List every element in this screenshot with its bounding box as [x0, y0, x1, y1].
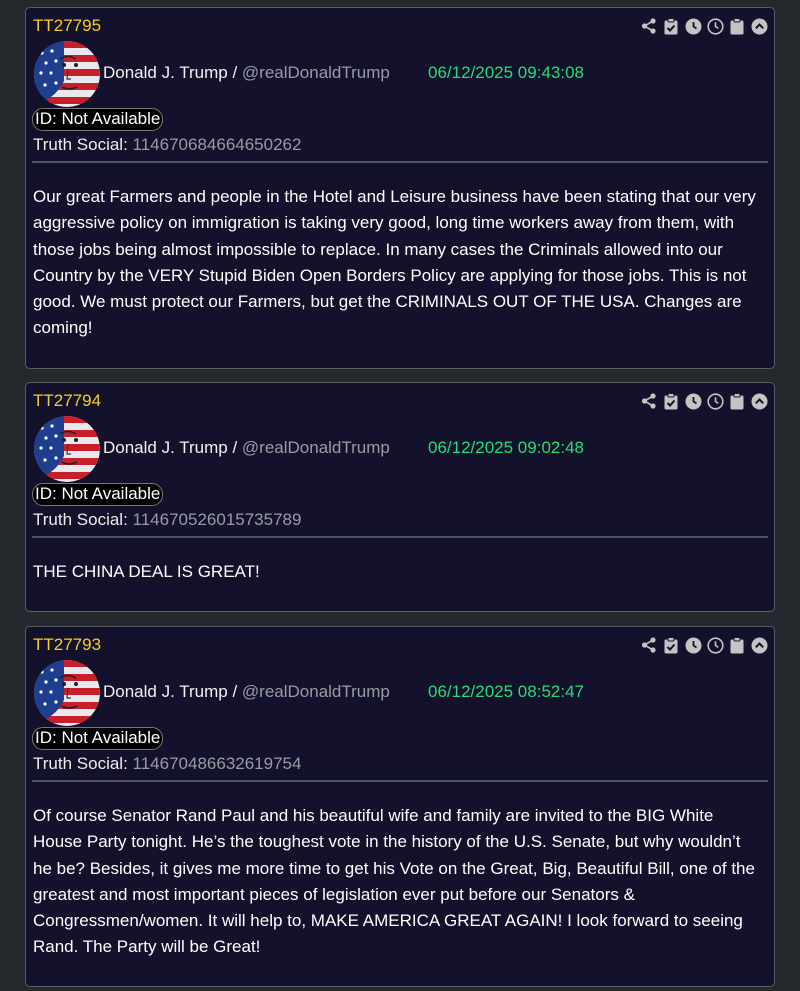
timestamp[interactable]: 06/12/2025 08:52:47	[428, 682, 584, 702]
author-name[interactable]: Donald J. Trump	[103, 63, 228, 82]
avatar	[34, 660, 100, 726]
id-badge: ID: Not Available	[32, 727, 164, 750]
post-toolbar	[640, 636, 768, 654]
clock-filled-icon[interactable]	[684, 392, 702, 410]
author-handle[interactable]: @realDonaldTrump	[242, 63, 390, 82]
chevron-up-circle-icon[interactable]	[750, 636, 768, 654]
id-badge: ID: Not Available	[32, 108, 164, 131]
post-card: TT27793 Donald J. Trump / @realDonaldTru…	[25, 626, 775, 987]
post-card: TT27795 Donald J. Trump / @realDonaldTru…	[25, 7, 775, 369]
chevron-up-circle-icon[interactable]	[750, 392, 768, 410]
clipboard-icon[interactable]	[728, 17, 746, 35]
share-icon[interactable]	[640, 636, 658, 654]
clipboard-icon[interactable]	[728, 636, 746, 654]
truth-social-id[interactable]: 114670486632619754	[133, 754, 302, 773]
truth-social-line: Truth Social: 114670684664650262	[33, 135, 301, 155]
author-handle[interactable]: @realDonaldTrump	[242, 438, 390, 457]
post-toolbar	[640, 392, 768, 410]
divider	[32, 780, 768, 782]
author: Donald J. Trump / @realDonaldTrump	[103, 438, 390, 458]
clock-outline-icon[interactable]	[706, 17, 724, 35]
share-icon[interactable]	[640, 392, 658, 410]
truth-social-label: Truth Social:	[33, 754, 133, 773]
avatar	[34, 41, 100, 107]
post-text: Our great Farmers and people in the Hote…	[33, 187, 756, 338]
author-separator: /	[227, 438, 242, 457]
author-name[interactable]: Donald J. Trump	[103, 438, 228, 457]
post-text: Of course Senator Rand Paul and his beau…	[33, 806, 755, 957]
post-text: THE CHINA DEAL IS GREAT!	[33, 562, 260, 581]
clipboard-check-icon[interactable]	[662, 636, 680, 654]
truth-social-label: Truth Social:	[33, 510, 133, 529]
divider	[32, 536, 768, 538]
author-separator: /	[227, 682, 242, 701]
clock-filled-icon[interactable]	[684, 17, 702, 35]
clock-outline-icon[interactable]	[706, 392, 724, 410]
post-toolbar	[640, 17, 768, 35]
author-name[interactable]: Donald J. Trump	[103, 682, 228, 701]
avatar	[34, 416, 100, 482]
timestamp[interactable]: 06/12/2025 09:02:48	[428, 438, 584, 458]
clipboard-check-icon[interactable]	[662, 17, 680, 35]
author-separator: /	[227, 63, 242, 82]
truth-social-line: Truth Social: 114670526015735789	[33, 510, 301, 530]
post-id[interactable]: TT27793	[33, 635, 101, 655]
author-handle[interactable]: @realDonaldTrump	[242, 682, 390, 701]
clipboard-check-icon[interactable]	[662, 392, 680, 410]
author: Donald J. Trump / @realDonaldTrump	[103, 63, 390, 83]
truth-social-label: Truth Social:	[33, 135, 133, 154]
timestamp[interactable]: 06/12/2025 09:43:08	[428, 63, 584, 83]
truth-social-id[interactable]: 114670684664650262	[133, 135, 302, 154]
clock-filled-icon[interactable]	[684, 636, 702, 654]
clipboard-icon[interactable]	[728, 392, 746, 410]
id-badge: ID: Not Available	[32, 483, 164, 506]
truth-social-line: Truth Social: 114670486632619754	[33, 754, 301, 774]
share-icon[interactable]	[640, 17, 658, 35]
truth-social-id[interactable]: 114670526015735789	[133, 510, 302, 529]
chevron-up-circle-icon[interactable]	[750, 17, 768, 35]
clock-outline-icon[interactable]	[706, 636, 724, 654]
divider	[32, 161, 768, 163]
post-id[interactable]: TT27795	[33, 16, 101, 36]
author: Donald J. Trump / @realDonaldTrump	[103, 682, 390, 702]
post-card: TT27794 Donald J. Trump / @realDonaldTru…	[25, 382, 775, 612]
post-id[interactable]: TT27794	[33, 391, 101, 411]
